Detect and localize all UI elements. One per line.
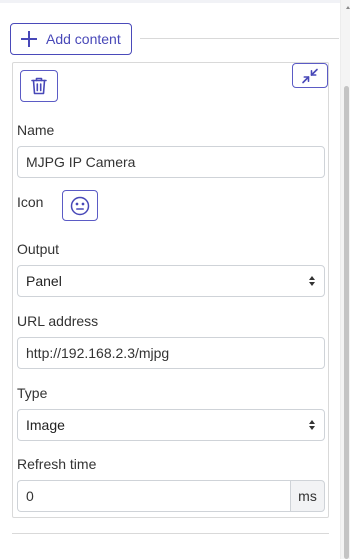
refresh-time-label: Refresh time: [17, 456, 97, 472]
bottom-divider: [12, 533, 329, 534]
name-label: Name: [17, 122, 55, 138]
name-input[interactable]: MJPG IP Camera: [17, 146, 325, 178]
collapse-arrows-icon: [302, 68, 318, 83]
url-label: URL address: [17, 313, 99, 329]
add-content-row: Add content: [10, 23, 339, 55]
select-arrows-icon: [309, 420, 315, 431]
scroll-up-arrow-icon[interactable]: [346, 6, 350, 9]
refresh-time-group: 0 ms: [17, 480, 325, 512]
plus-icon: [21, 31, 37, 47]
output-value: Panel: [26, 273, 62, 289]
url-input[interactable]: http://192.168.2.3/mjpg: [17, 337, 325, 369]
select-arrows-icon: [309, 276, 315, 287]
icon-picker-button[interactable]: [62, 190, 98, 221]
scrollbar-thumb[interactable]: [344, 86, 349, 559]
divider: [140, 38, 339, 39]
delete-button[interactable]: [20, 70, 58, 102]
add-content-label: Add content: [46, 31, 121, 47]
type-label: Type: [17, 385, 48, 401]
top-edge: [0, 0, 350, 3]
type-select[interactable]: Image: [17, 409, 325, 441]
refresh-time-input[interactable]: 0: [17, 480, 290, 512]
icon-label: Icon: [17, 194, 44, 210]
neutral-face-icon: [70, 196, 90, 215]
add-content-button[interactable]: Add content: [10, 23, 132, 55]
refresh-time-unit: ms: [290, 480, 325, 512]
trash-icon: [31, 77, 47, 95]
collapse-button[interactable]: [292, 63, 328, 88]
type-value: Image: [26, 417, 65, 433]
output-label: Output: [17, 241, 60, 257]
output-select[interactable]: Panel: [17, 265, 325, 297]
